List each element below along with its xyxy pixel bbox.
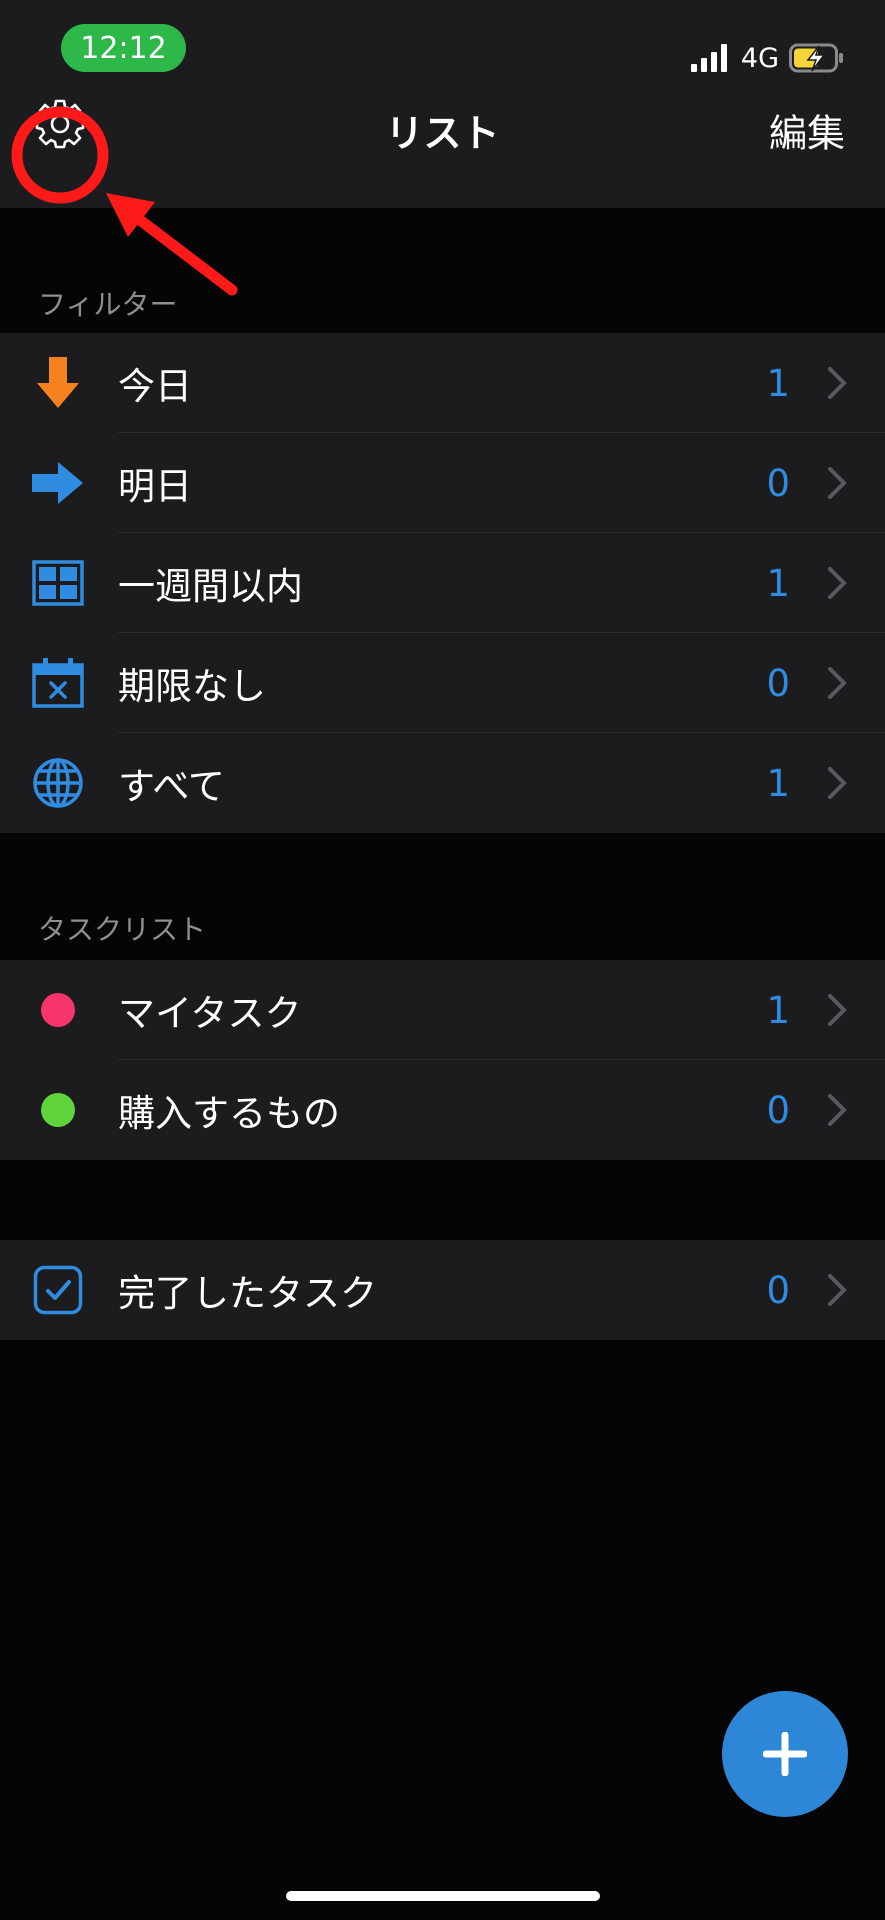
- completed-count: 0: [766, 1268, 790, 1312]
- filter-row-all[interactable]: すべて 1: [0, 733, 885, 833]
- task-list-label: 購入するもの: [118, 1092, 340, 1135]
- chevron-right-icon: [828, 994, 847, 1026]
- signal-icon: [690, 44, 727, 72]
- globe-icon: [30, 755, 86, 811]
- filter-count: 0: [766, 461, 790, 505]
- arrow-down-icon: [30, 355, 86, 411]
- battery-charging-icon: [789, 43, 843, 73]
- filter-label: 明日: [118, 465, 192, 508]
- status-time: 12:12: [61, 24, 186, 72]
- section-header-filters: フィルター: [38, 288, 178, 321]
- list-color-dot: [30, 982, 86, 1038]
- chevron-right-icon: [828, 567, 847, 599]
- chevron-right-icon: [828, 667, 847, 699]
- filter-label: 期限なし: [118, 665, 266, 708]
- chevron-right-icon: [828, 1274, 847, 1306]
- task-lists-group: マイタスク 1 購入するもの 0: [0, 960, 885, 1160]
- status-icons: 4G: [690, 38, 845, 78]
- filter-row-no-deadline[interactable]: 期限なし 0: [0, 633, 885, 733]
- filter-label: 一週間以内: [118, 565, 303, 608]
- completed-group: 完了したタスク 0: [0, 1240, 885, 1340]
- chevron-right-icon: [828, 1094, 847, 1126]
- filter-row-today[interactable]: 今日 1: [0, 333, 885, 433]
- calendar-grid-icon: [30, 555, 86, 611]
- chevron-right-icon: [828, 767, 847, 799]
- task-list-row-shopping[interactable]: 購入するもの 0: [0, 1060, 885, 1160]
- filter-count: 1: [766, 561, 790, 605]
- filter-label: 今日: [118, 365, 192, 408]
- home-indicator[interactable]: [286, 1891, 600, 1901]
- network-label: 4G: [740, 42, 779, 74]
- edit-button[interactable]: 編集: [769, 103, 845, 158]
- filter-count: 1: [766, 761, 790, 805]
- plus-icon: [763, 1732, 807, 1776]
- filter-count: 1: [766, 361, 790, 405]
- arrow-right-icon: [30, 455, 86, 511]
- calendar-x-icon: [30, 655, 86, 711]
- completed-tasks-row[interactable]: 完了したタスク 0: [0, 1240, 885, 1340]
- task-list-count: 0: [766, 1088, 790, 1132]
- chevron-right-icon: [828, 367, 847, 399]
- list-color-dot: [30, 1082, 86, 1138]
- task-list-count: 1: [766, 988, 790, 1032]
- filter-row-week[interactable]: 一週間以内 1: [0, 533, 885, 633]
- filter-row-tomorrow[interactable]: 明日 0: [0, 433, 885, 533]
- filter-label: すべて: [118, 765, 225, 808]
- completed-label: 完了したタスク: [118, 1272, 377, 1315]
- add-task-button[interactable]: [722, 1691, 848, 1817]
- annotation-highlight: [11, 106, 238, 296]
- filter-count: 0: [766, 661, 790, 705]
- section-header-task-lists: タスクリスト: [38, 913, 207, 946]
- task-list-row-my-tasks[interactable]: マイタスク 1: [0, 960, 885, 1060]
- checkbox-icon: [30, 1262, 86, 1318]
- chevron-right-icon: [828, 467, 847, 499]
- task-list-label: マイタスク: [118, 992, 302, 1035]
- filters-group: 今日 1 明日 0 一週間以内 1 期限なし 0 すべて 1: [0, 333, 885, 833]
